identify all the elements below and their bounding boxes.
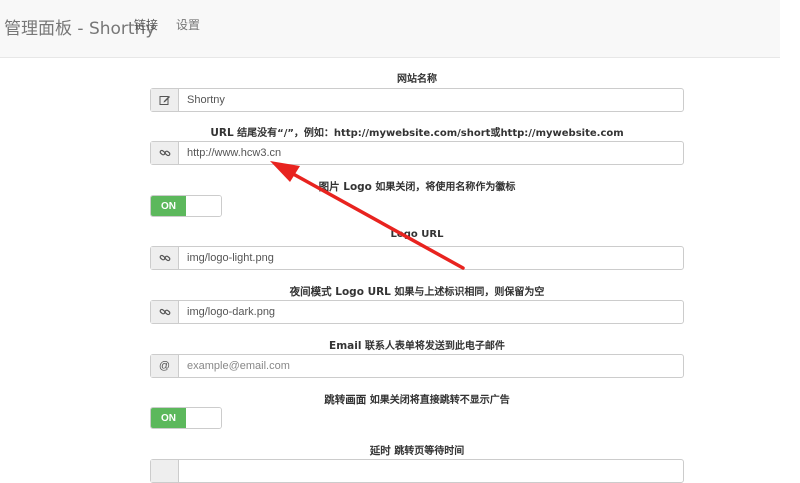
site-name-input[interactable] <box>179 89 683 111</box>
url-input[interactable] <box>179 142 683 164</box>
dark-logo-group <box>150 300 684 324</box>
logo-toggle-switch[interactable]: ON <box>150 195 222 217</box>
nav-link-settings[interactable]: 设置 <box>176 16 200 33</box>
logo-url-label: Logo URL <box>390 229 444 240</box>
dark-logo-title: 夜间模式 Logo URL <box>289 286 391 298</box>
navbar: 管理面板 - Shortny 链接 设置 <box>0 0 780 58</box>
delay-label: 延时 跳转页等待时间 <box>150 442 684 458</box>
delay-hint: 跳转页等待时间 <box>390 446 465 457</box>
url-label: URL 结尾没有“/”，例如：http://mywebsite.com/shor… <box>150 124 684 139</box>
logo-toggle-state: ON <box>151 196 186 216</box>
delay-title: 延时 <box>369 445 391 457</box>
url-label-hint: 结尾没有“/”，例如：http://mywebsite.com/short或ht… <box>233 128 624 139</box>
email-title: Email <box>329 340 362 352</box>
delay-group <box>150 459 684 483</box>
email-label: Email 联系人表单将发送到此电子邮件 <box>150 337 684 352</box>
dark-logo-label: 夜间模式 Logo URL 如果与上述标识相同，则保留为空 <box>150 283 684 299</box>
logo-toggle-label: 图片 Logo 如果关闭，将使用名称作为徽标 <box>150 178 684 194</box>
redirect-toggle-hint: 如果关闭将直接跳转不显示广告 <box>366 395 510 406</box>
nav-link-links[interactable]: 链接 <box>134 16 158 33</box>
at-icon: @ <box>151 355 179 377</box>
logo-url-input[interactable] <box>179 247 683 269</box>
email-input[interactable] <box>179 355 683 377</box>
logo-toggle-hint: 如果关闭，将使用名称作为徽标 <box>371 182 516 193</box>
redirect-toggle-title: 跳转画面 <box>324 394 367 406</box>
toggle-knob <box>186 408 221 428</box>
scrollbar-track[interactable] <box>780 0 800 464</box>
email-hint: 联系人表单将发送到此电子邮件 <box>361 341 505 352</box>
redirect-toggle-state: ON <box>151 408 186 428</box>
delay-input[interactable] <box>179 460 683 482</box>
redirect-toggle-label: 跳转画面 如果关闭将直接跳转不显示广告 <box>150 391 684 407</box>
link-icon <box>151 247 179 269</box>
dark-logo-input[interactable] <box>179 301 683 323</box>
clock-icon <box>151 460 179 482</box>
logo-url-group <box>150 246 684 270</box>
navbar-brand[interactable]: 管理面板 - Shortny <box>4 14 155 39</box>
redirect-toggle-switch[interactable]: ON <box>150 407 222 429</box>
url-label-title: URL <box>210 127 234 139</box>
logo-toggle-title: 图片 Logo <box>318 181 372 193</box>
dark-logo-hint: 如果与上述标识相同，则保留为空 <box>390 287 545 298</box>
link-icon <box>151 142 179 164</box>
toggle-knob <box>186 196 221 216</box>
email-group: @ <box>150 354 684 378</box>
site-name-label: 网站名称 <box>397 74 437 85</box>
url-group <box>150 141 684 165</box>
site-name-group <box>150 88 684 112</box>
link-icon <box>151 301 179 323</box>
edit-icon <box>151 89 179 111</box>
